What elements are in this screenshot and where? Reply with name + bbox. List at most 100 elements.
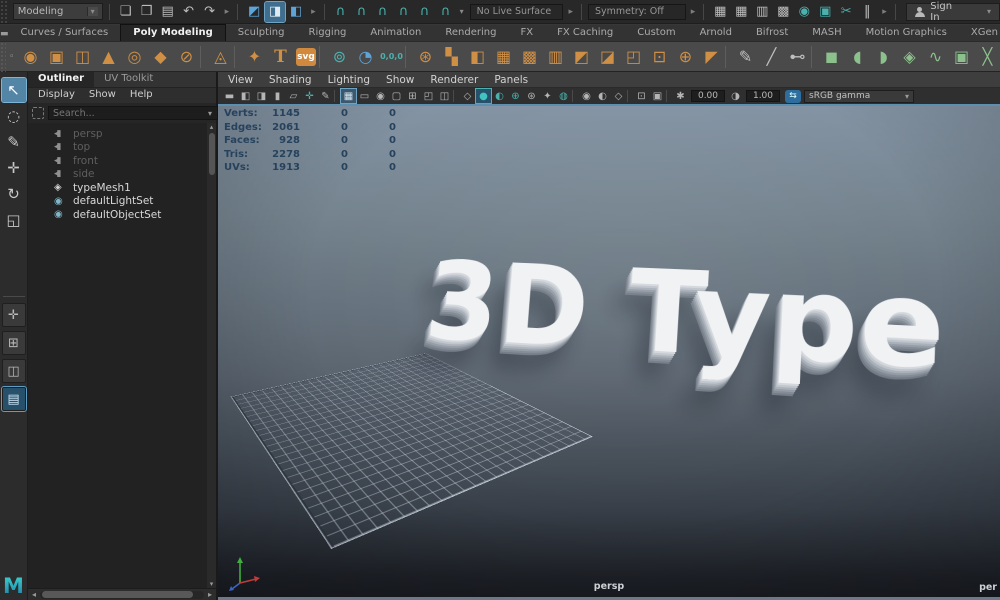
shelf-tab[interactable]: Bifrost <box>744 25 800 41</box>
split-pane-layout-button[interactable]: ◫ <box>2 359 26 383</box>
live-surface-field[interactable]: No Live Surface <box>470 4 564 20</box>
snap-grid-icon[interactable]: ∩ <box>331 2 351 22</box>
reset-transform-icon[interactable]: 0,0,0 <box>379 44 404 69</box>
split-view-icon[interactable]: ◫ <box>437 89 452 103</box>
grease-pencil-icon[interactable]: ✎ <box>318 89 333 103</box>
poly-disc-icon[interactable]: ⊘ <box>174 44 199 69</box>
isolate-select-icon[interactable]: ⊡ <box>634 89 649 103</box>
smooth-mesh-icon[interactable]: ▩ <box>517 44 542 69</box>
scroll-right-icon[interactable]: ▸ <box>204 590 216 599</box>
chevron-down-icon[interactable]: ▾ <box>208 109 212 118</box>
corner-view-icon[interactable]: ◰ <box>421 89 436 103</box>
drag-grip[interactable] <box>0 0 8 23</box>
shelf-tab[interactable]: XGen <box>959 25 1000 41</box>
view-transform-dropdown[interactable]: sRGB gamma ▾ <box>804 90 914 103</box>
pan-zoom-icon[interactable]: ✛ <box>302 89 317 103</box>
shelf-tab[interactable]: Custom <box>625 25 687 41</box>
four-view-layout-button[interactable]: ⊞ <box>2 331 26 355</box>
curve-warp-icon[interactable]: ∿ <box>923 44 948 69</box>
target-weld-icon[interactable]: ⊷ <box>785 44 810 69</box>
render-view-icon[interactable]: ▣ <box>815 2 835 22</box>
platonic-solid-icon[interactable]: ◬ <box>208 44 233 69</box>
make-live-icon[interactable]: ∩ <box>436 2 456 22</box>
snap-curve-icon[interactable]: ∩ <box>352 2 372 22</box>
poly-sphere-icon[interactable]: ◉ <box>18 44 43 69</box>
type-tool-icon[interactable]: T <box>268 44 293 69</box>
outliner-item[interactable]: ◉ defaultLightSet <box>28 195 216 209</box>
shelf-tab[interactable]: FX Caching <box>545 25 625 41</box>
camera-attributes-icon[interactable]: ◧ <box>238 89 253 103</box>
menu-item[interactable]: Show <box>386 74 414 86</box>
shelf-tab[interactable]: Animation <box>358 25 433 41</box>
menu-item[interactable]: Show <box>89 89 116 103</box>
shell-icon[interactable]: ◗ <box>871 44 896 69</box>
retopo-icon[interactable]: ╳ <box>975 44 1000 69</box>
pause-viewport-icon[interactable]: ‖ <box>857 2 877 22</box>
scrollbar-thumb[interactable] <box>209 133 215 175</box>
poly-cone-icon[interactable]: ▲ <box>96 44 121 69</box>
shelf-tab[interactable]: Motion Graphics <box>854 25 959 41</box>
open-scene-icon[interactable]: ❒ <box>137 2 157 22</box>
separator[interactable] <box>234 46 241 68</box>
ipr-render-icon[interactable]: ▦ <box>731 2 751 22</box>
viewport-canvas[interactable]: 3D Type Verts: 1145 0 0 Edges: <box>218 104 1000 600</box>
svg-tool-icon[interactable]: svg <box>296 48 316 66</box>
single-pane-layout-button[interactable]: ✛ <box>2 303 26 327</box>
menu-item[interactable]: Lighting <box>328 74 370 86</box>
camera-lock-icon[interactable]: ◨ <box>254 89 269 103</box>
shelf-tab[interactable]: Curves / Surfaces <box>9 25 121 41</box>
snap-view-plane-icon[interactable]: ∩ <box>415 2 435 22</box>
separator[interactable] <box>666 90 672 102</box>
select-camera-icon[interactable]: ▬ <box>222 89 237 103</box>
lasso-select-tool[interactable]: ◌ <box>2 104 26 128</box>
collapse-shelf-icon[interactable]: ▬ <box>0 27 9 41</box>
separator[interactable] <box>725 46 732 68</box>
camera-view-icon[interactable]: ◉ <box>373 89 388 103</box>
extrude-icon[interactable]: ▥ <box>543 44 568 69</box>
flat-shade-icon[interactable]: ◐ <box>492 89 507 103</box>
time-editor-icon[interactable]: ◔ <box>353 44 378 69</box>
scroll-down-icon[interactable]: ▾ <box>207 580 216 588</box>
smooth-shade-icon[interactable]: ● <box>476 89 491 103</box>
new-scene-icon[interactable]: ❏ <box>116 2 136 22</box>
undo-icon[interactable]: ↶ <box>179 2 199 22</box>
bevel-corner-icon[interactable]: ◤ <box>699 44 724 69</box>
menu-item[interactable]: Renderer <box>430 74 478 86</box>
gamma-icon[interactable]: ◑ <box>728 89 743 103</box>
scroll-left-icon[interactable]: ◂ <box>28 590 40 599</box>
project-cube-icon[interactable]: ◰ <box>621 44 646 69</box>
menu-item[interactable]: Panels <box>494 74 528 86</box>
snap-options-dropdown-icon[interactable]: ▾ <box>457 2 467 22</box>
select-object-icon[interactable]: ◨ <box>265 2 285 22</box>
shadows-icon[interactable]: ◍ <box>556 89 571 103</box>
sphere-project-icon[interactable]: ⊕ <box>673 44 698 69</box>
combine-icon[interactable]: ⊛ <box>413 44 438 69</box>
outliner-item[interactable]: ◂▮ top <box>28 141 216 155</box>
symmetry-field[interactable]: Symmetry: Off <box>588 4 686 20</box>
poly-plane-icon[interactable]: ◆ <box>148 44 173 69</box>
menu-item[interactable]: Shading <box>269 74 312 86</box>
shelf-tab[interactable]: FX <box>508 25 545 41</box>
super-shape-icon[interactable]: ✦ <box>242 44 267 69</box>
border-edge-icon[interactable]: ⊡ <box>647 44 672 69</box>
four-view-icon[interactable]: ⊞ <box>405 89 420 103</box>
poly-cylinder-icon[interactable]: ◫ <box>70 44 95 69</box>
display-layers-icon[interactable]: ◉ <box>794 2 814 22</box>
select-tool[interactable]: ↖ <box>2 78 26 102</box>
xray-icon[interactable]: ◉ <box>579 89 594 103</box>
move-tool[interactable]: ✛ <box>2 156 26 180</box>
remesh-window-icon[interactable]: ▣ <box>949 44 974 69</box>
exposure-field[interactable]: 0.00 <box>691 90 725 102</box>
save-scene-icon[interactable]: ▤ <box>158 2 178 22</box>
paint-select-tool[interactable]: ✎ <box>2 130 26 154</box>
image-plane-icon[interactable]: ▱ <box>286 89 301 103</box>
filter-icon[interactable] <box>32 107 44 119</box>
triangulate-icon[interactable]: ◩ <box>569 44 594 69</box>
smooth-cube-icon[interactable]: ◈ <box>897 44 922 69</box>
shelf-tab[interactable]: Sculpting <box>226 25 297 41</box>
separator[interactable] <box>453 90 459 102</box>
shelf-tab[interactable]: Rigging <box>297 25 359 41</box>
scrollbar-thumb[interactable] <box>42 591 193 598</box>
select-component-icon[interactable]: ◧ <box>286 2 306 22</box>
wireframe-icon[interactable]: ◇ <box>460 89 475 103</box>
